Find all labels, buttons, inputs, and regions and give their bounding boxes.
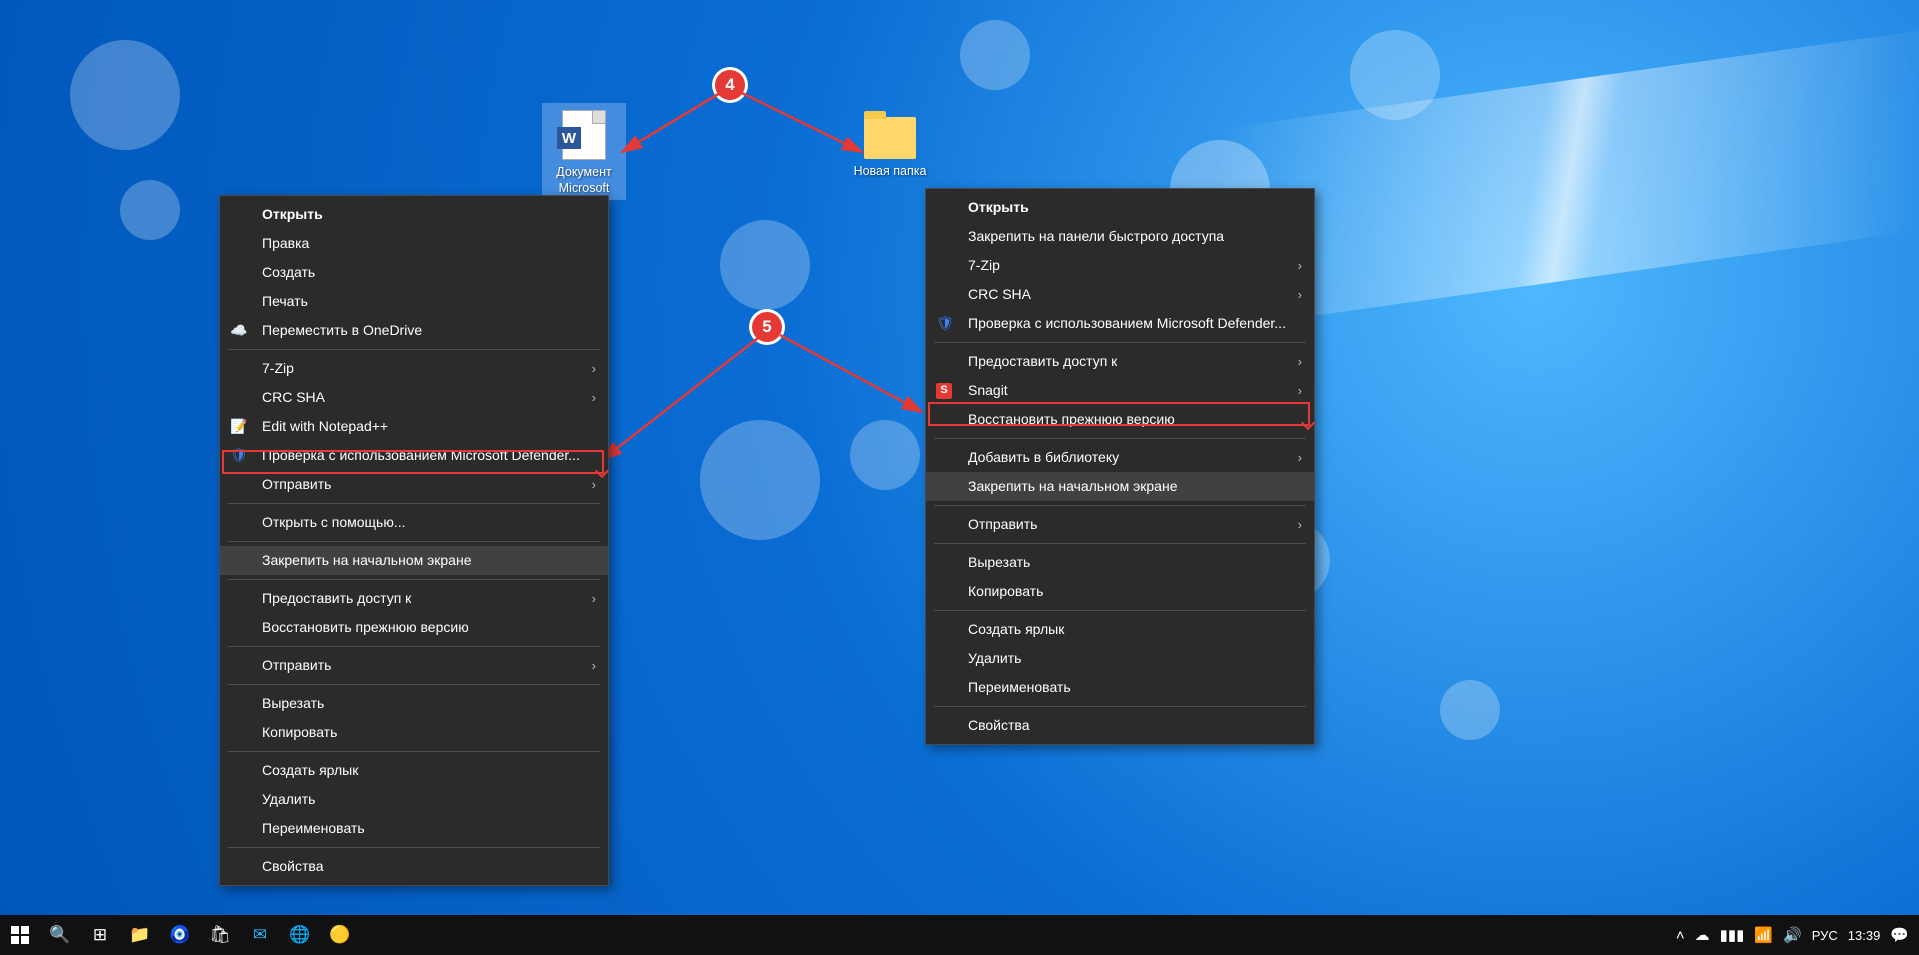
menu-crcsha[interactable]: CRC SHA› [926, 280, 1314, 309]
start-button[interactable] [0, 915, 40, 955]
menu-send-to[interactable]: Отправить› [220, 651, 608, 680]
taskbar-app-chrome[interactable]: 🟡 [320, 915, 360, 955]
notepadpp-icon: 📝 [230, 418, 248, 436]
task-view-icon: ⊞ [93, 925, 107, 945]
taskbar-app-edge[interactable]: 🌐 [280, 915, 320, 955]
desktop-icon-label: Новая папка [848, 164, 932, 180]
menu-delete[interactable]: Удалить [220, 785, 608, 814]
defender-shield-icon: 🛡 [230, 447, 248, 465]
chevron-right-icon: › [592, 359, 596, 379]
taskbar: 🔍 ⊞ 📁 🧿 🛍 ✉ 🌐 🟡 ˄ ☁ ▮▮▮ 📶 🔊 РУС 13:39 💬 [0, 915, 1919, 955]
menu-open[interactable]: Открыть [220, 200, 608, 229]
menu-edit[interactable]: Правка [220, 229, 608, 258]
task-view-button[interactable]: ⊞ [80, 915, 120, 955]
app-icon: 🧿 [169, 925, 190, 945]
menu-7zip[interactable]: 7-Zip› [926, 251, 1314, 280]
file-explorer-icon: 📁 [129, 925, 150, 945]
menu-print[interactable]: Печать [220, 287, 608, 316]
menu-rename[interactable]: Переименовать [220, 814, 608, 843]
menu-create-shortcut[interactable]: Создать ярлык [220, 756, 608, 785]
menu-onedrive[interactable]: ☁️ Переместить в OneDrive [220, 316, 608, 345]
onedrive-icon: ☁️ [230, 322, 248, 340]
mail-icon: ✉ [253, 925, 267, 945]
wifi-icon[interactable]: 📶 [1754, 926, 1773, 944]
folder-icon [864, 117, 916, 159]
search-icon: 🔍 [49, 925, 70, 945]
context-menu-folder: Открыть Закрепить на панели быстрого дос… [925, 188, 1315, 745]
search-button[interactable]: 🔍 [40, 915, 80, 955]
menu-cut[interactable]: Вырезать [220, 689, 608, 718]
taskbar-app-explorer[interactable]: 📁 [120, 915, 160, 955]
chevron-right-icon: › [1298, 448, 1302, 468]
menu-cut[interactable]: Вырезать [926, 548, 1314, 577]
clock[interactable]: 13:39 [1848, 928, 1881, 943]
menu-pin-to-start[interactable]: Закрепить на начальном экране [926, 472, 1314, 501]
menu-send[interactable]: Отправить› [220, 470, 608, 499]
onedrive-tray-icon[interactable]: ☁ [1695, 926, 1710, 944]
desktop-icon-label: Документ Microsoft [542, 165, 626, 196]
menu-delete[interactable]: Удалить [926, 644, 1314, 673]
language-indicator[interactable]: РУС [1812, 928, 1838, 943]
action-center-icon[interactable]: 💬 [1890, 926, 1909, 944]
menu-send-to[interactable]: Отправить› [926, 510, 1314, 539]
desktop-icon-folder[interactable]: Новая папка [848, 108, 932, 180]
menu-copy[interactable]: Копировать [220, 718, 608, 747]
taskbar-app[interactable]: 🧿 [160, 915, 200, 955]
menu-properties[interactable]: Свойства [926, 711, 1314, 740]
defender-shield-icon: 🛡 [936, 315, 954, 333]
menu-snagit[interactable]: S Snagit› [926, 376, 1314, 405]
menu-copy[interactable]: Копировать [926, 577, 1314, 606]
chevron-right-icon: › [1298, 381, 1302, 401]
menu-pin-quick-access[interactable]: Закрепить на панели быстрого доступа [926, 222, 1314, 251]
menu-defender[interactable]: 🛡 Проверка с использованием Microsoft De… [220, 441, 608, 470]
desktop-icon-word-doc[interactable]: Документ Microsoft [542, 103, 626, 200]
store-icon: 🛍 [209, 925, 231, 945]
chrome-icon: 🟡 [329, 925, 350, 945]
edge-icon: 🌐 [289, 925, 310, 945]
annotation-badge-5: 5 [752, 312, 782, 342]
menu-rename[interactable]: Переименовать [926, 673, 1314, 702]
taskbar-app-store[interactable]: 🛍 [200, 915, 240, 955]
chevron-right-icon: › [1298, 352, 1302, 372]
menu-defender[interactable]: 🛡 Проверка с использованием Microsoft De… [926, 309, 1314, 338]
chevron-right-icon: › [592, 388, 596, 408]
annotation-badge-4: 4 [715, 70, 745, 100]
tray-chevron-up-icon[interactable]: ˄ [1676, 927, 1685, 944]
menu-grant-access[interactable]: Предоставить доступ к› [220, 584, 608, 613]
chevron-right-icon: › [592, 656, 596, 676]
volume-icon[interactable]: 🔊 [1783, 926, 1802, 944]
battery-icon[interactable]: ▮▮▮ [1720, 926, 1745, 944]
chevron-right-icon: › [1298, 285, 1302, 305]
snagit-icon: S [936, 383, 952, 399]
taskbar-app-mail[interactable]: ✉ [240, 915, 280, 955]
menu-7zip[interactable]: 7-Zip› [220, 354, 608, 383]
menu-grant-access[interactable]: Предоставить доступ к› [926, 347, 1314, 376]
menu-restore-prev[interactable]: Восстановить прежнюю версию [926, 405, 1314, 434]
menu-restore-prev[interactable]: Восстановить прежнюю версию [220, 613, 608, 642]
menu-pin-to-start[interactable]: Закрепить на начальном экране [220, 546, 608, 575]
menu-open-with[interactable]: Открыть с помощью... [220, 508, 608, 537]
menu-crcsha[interactable]: CRC SHA› [220, 383, 608, 412]
menu-create[interactable]: Создать [220, 258, 608, 287]
context-menu-file: Открыть Правка Создать Печать ☁️ Перемес… [219, 195, 609, 886]
chevron-right-icon: › [1298, 256, 1302, 276]
chevron-right-icon: › [592, 589, 596, 609]
word-icon [562, 110, 606, 160]
menu-properties[interactable]: Свойства [220, 852, 608, 881]
menu-notepadpp[interactable]: 📝 Edit with Notepad++ [220, 412, 608, 441]
chevron-right-icon: › [1298, 515, 1302, 535]
menu-create-shortcut[interactable]: Создать ярлык [926, 615, 1314, 644]
chevron-right-icon: › [592, 475, 596, 495]
system-tray: ˄ ☁ ▮▮▮ 📶 🔊 РУС 13:39 💬 [1676, 926, 1919, 944]
menu-open[interactable]: Открыть [926, 193, 1314, 222]
menu-add-to-library[interactable]: Добавить в библиотеку› [926, 443, 1314, 472]
